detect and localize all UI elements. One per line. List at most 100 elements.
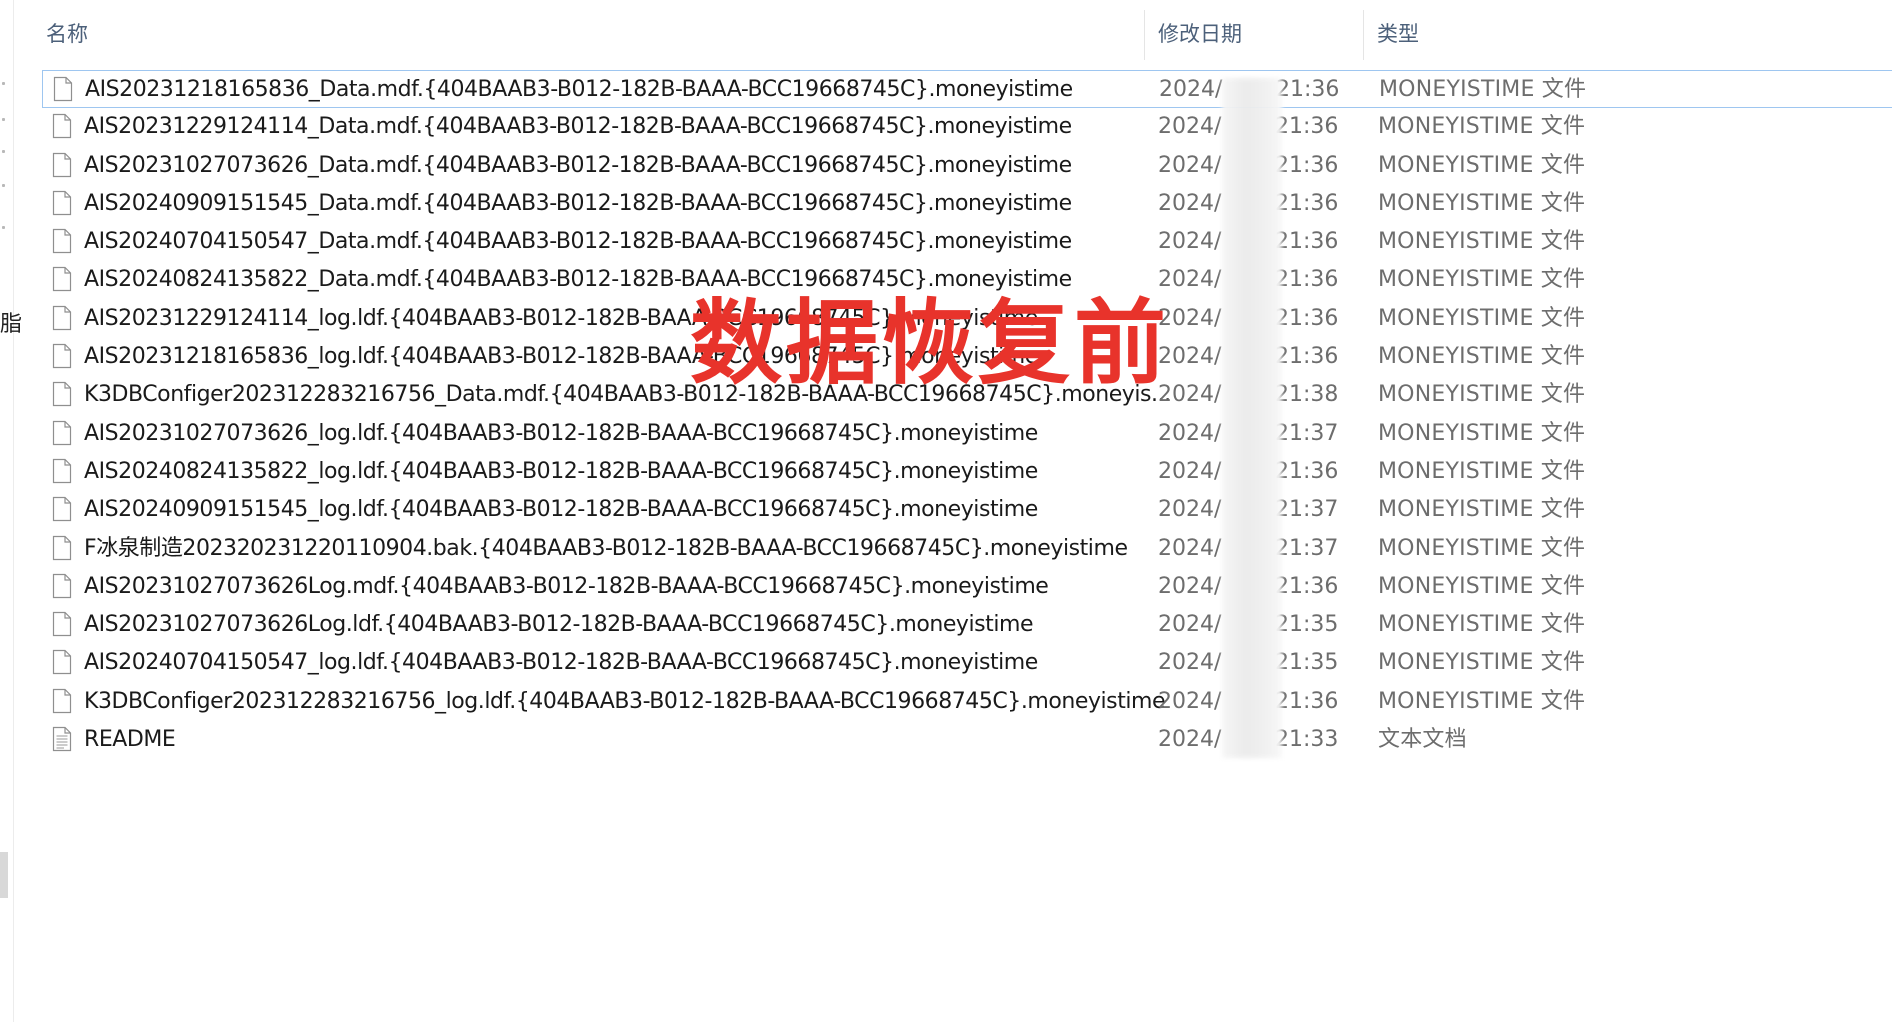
column-header-type[interactable]: 类型	[1377, 10, 1419, 58]
nav-item-partial-label[interactable]: 脂	[0, 306, 22, 338]
file-time-modified: 21:37	[1275, 535, 1339, 561]
file-row[interactable]: AIS20231027073626_log.ldf.{404BAAB3-B012…	[42, 415, 1892, 453]
navigation-pane-edge[interactable]: 脂	[0, 0, 22, 1022]
file-date-modified: 2024/	[1158, 114, 1222, 140]
file-type: MONEYISTIME 文件	[1378, 573, 1586, 599]
file-row[interactable]: README 2024/21:33 文本文档	[42, 721, 1892, 759]
file-row[interactable]: AIS20240704150547_Data.mdf.{404BAAB3-B01…	[42, 223, 1892, 261]
file-type: MONEYISTIME 文件	[1378, 229, 1586, 255]
file-time-modified: 21:36	[1275, 573, 1339, 599]
file-name: README	[84, 727, 176, 753]
file-row[interactable]: AIS20231229124114_Data.mdf.{404BAAB3-B01…	[42, 108, 1892, 146]
overlay-caption: 数据恢复前	[690, 290, 1171, 397]
file-row[interactable]: AIS20240909151545_Data.mdf.{404BAAB3-B01…	[42, 185, 1892, 223]
blank-file-icon	[52, 190, 72, 216]
file-time-modified: 21:36	[1275, 458, 1339, 484]
blank-file-icon	[52, 113, 72, 139]
file-time-modified: 21:33	[1275, 727, 1339, 753]
file-date-modified: 2024/	[1158, 573, 1222, 599]
file-name: AIS20231229124114_Data.mdf.{404BAAB3-B01…	[84, 114, 1072, 140]
file-date-modified: 2024/	[1158, 152, 1222, 178]
file-name: F冰泉制造202320231220110904.bak.{404BAAB3-B0…	[84, 535, 1128, 561]
file-time-modified: 21:35	[1275, 612, 1339, 638]
file-row[interactable]: AIS20231027073626Log.ldf.{404BAAB3-B012-…	[42, 606, 1892, 644]
file-type: MONEYISTIME 文件	[1378, 535, 1586, 561]
file-type: MONEYISTIME 文件	[1378, 688, 1586, 714]
file-list: AIS20231218165836_Data.mdf.{404BAAB3-B01…	[42, 70, 1892, 759]
nav-tick	[2, 184, 5, 187]
blank-file-icon	[52, 343, 72, 369]
file-name: AIS20231218165836_Data.mdf.{404BAAB3-B01…	[85, 77, 1073, 102]
nav-tick	[2, 226, 5, 229]
file-type: MONEYISTIME 文件	[1378, 458, 1586, 484]
file-time-modified: 21:35	[1275, 650, 1339, 676]
file-type: MONEYISTIME 文件	[1378, 114, 1586, 140]
file-time-modified: 21:36	[1275, 190, 1339, 216]
file-row[interactable]: K3DBConfiger202312283216756_log.ldf.{404…	[42, 683, 1892, 721]
file-date-modified: 2024/	[1158, 458, 1222, 484]
file-type: MONEYISTIME 文件	[1378, 152, 1586, 178]
file-explorer-window: 脂 名称 修改日期 类型 AIS20231218165836_Data.mdf.…	[0, 0, 1892, 1022]
file-type: MONEYISTIME 文件	[1378, 267, 1586, 293]
column-header-name[interactable]: 名称	[46, 10, 88, 58]
file-time-modified: 21:38	[1275, 382, 1339, 408]
blank-file-icon	[52, 458, 72, 484]
file-name: AIS20240824135822_log.ldf.{404BAAB3-B012…	[84, 458, 1038, 484]
nav-tick	[2, 82, 5, 85]
file-row[interactable]: AIS20240824135822_log.ldf.{404BAAB3-B012…	[42, 453, 1892, 491]
file-type: 文本文档	[1378, 727, 1467, 753]
file-time-modified: 21:36	[1275, 152, 1339, 178]
file-time-modified: 21:36	[1275, 344, 1339, 370]
file-type: MONEYISTIME 文件	[1378, 612, 1586, 638]
file-date-modified: 2024/	[1158, 497, 1222, 523]
file-name: K3DBConfiger202312283216756_log.ldf.{404…	[84, 688, 1166, 714]
file-row[interactable]: AIS20231027073626Log.mdf.{404BAAB3-B012-…	[42, 568, 1892, 606]
blank-file-icon	[52, 611, 72, 637]
file-name: AIS20231027073626_Data.mdf.{404BAAB3-B01…	[84, 152, 1072, 178]
file-row[interactable]: AIS20240704150547_log.ldf.{404BAAB3-B012…	[42, 644, 1892, 682]
column-header-row: 名称 修改日期 类型	[14, 10, 1892, 60]
blank-file-icon	[52, 228, 72, 254]
blank-file-icon	[52, 496, 72, 522]
redacted-date-region	[1222, 78, 1282, 758]
column-divider[interactable]	[1144, 10, 1145, 60]
file-date-modified: 2024/	[1158, 612, 1222, 638]
file-type: MONEYISTIME 文件	[1378, 497, 1586, 523]
file-date-modified: 2024/	[1158, 727, 1222, 753]
file-time-modified: 21:36	[1275, 114, 1339, 140]
file-row[interactable]: AIS20231027073626_Data.mdf.{404BAAB3-B01…	[42, 147, 1892, 185]
file-name: AIS20240704150547_Data.mdf.{404BAAB3-B01…	[84, 229, 1072, 255]
file-row[interactable]: AIS20240909151545_log.ldf.{404BAAB3-B012…	[42, 491, 1892, 529]
nav-tick	[2, 118, 5, 121]
column-divider[interactable]	[1363, 10, 1364, 60]
nav-tick	[2, 150, 5, 153]
file-time-modified: 21:37	[1275, 497, 1339, 523]
file-date-modified: 2024/	[1158, 535, 1222, 561]
file-date-modified: 2024/	[1159, 77, 1223, 102]
blank-file-icon	[52, 305, 72, 331]
file-name: AIS20231027073626Log.mdf.{404BAAB3-B012-…	[84, 573, 1049, 599]
blank-file-icon	[52, 152, 72, 178]
file-name: AIS20240909151545_Data.mdf.{404BAAB3-B01…	[84, 190, 1072, 216]
blank-file-icon	[52, 649, 72, 675]
file-type: MONEYISTIME 文件	[1378, 344, 1586, 370]
file-row[interactable]: F冰泉制造202320231220110904.bak.{404BAAB3-B0…	[42, 530, 1892, 568]
file-type: MONEYISTIME 文件	[1379, 77, 1587, 102]
file-time-modified: 21:36	[1275, 305, 1339, 331]
file-type: MONEYISTIME 文件	[1378, 382, 1586, 408]
blank-file-icon	[52, 573, 72, 599]
file-time-modified: 21:36	[1275, 267, 1339, 293]
file-date-modified: 2024/	[1158, 190, 1222, 216]
blank-file-icon	[52, 688, 72, 714]
blank-file-icon	[52, 535, 72, 561]
column-header-date-modified[interactable]: 修改日期	[1158, 10, 1242, 58]
nav-scrollbar-thumb[interactable]	[0, 852, 8, 898]
file-name: AIS20240909151545_log.ldf.{404BAAB3-B012…	[84, 497, 1038, 523]
file-type: MONEYISTIME 文件	[1378, 305, 1586, 331]
blank-file-icon	[52, 266, 72, 292]
file-type: MONEYISTIME 文件	[1378, 420, 1586, 446]
file-time-modified: 21:36	[1275, 688, 1339, 714]
file-row[interactable]: AIS20231218165836_Data.mdf.{404BAAB3-B01…	[42, 70, 1892, 109]
blank-file-icon	[52, 420, 72, 446]
file-date-modified: 2024/	[1158, 650, 1222, 676]
